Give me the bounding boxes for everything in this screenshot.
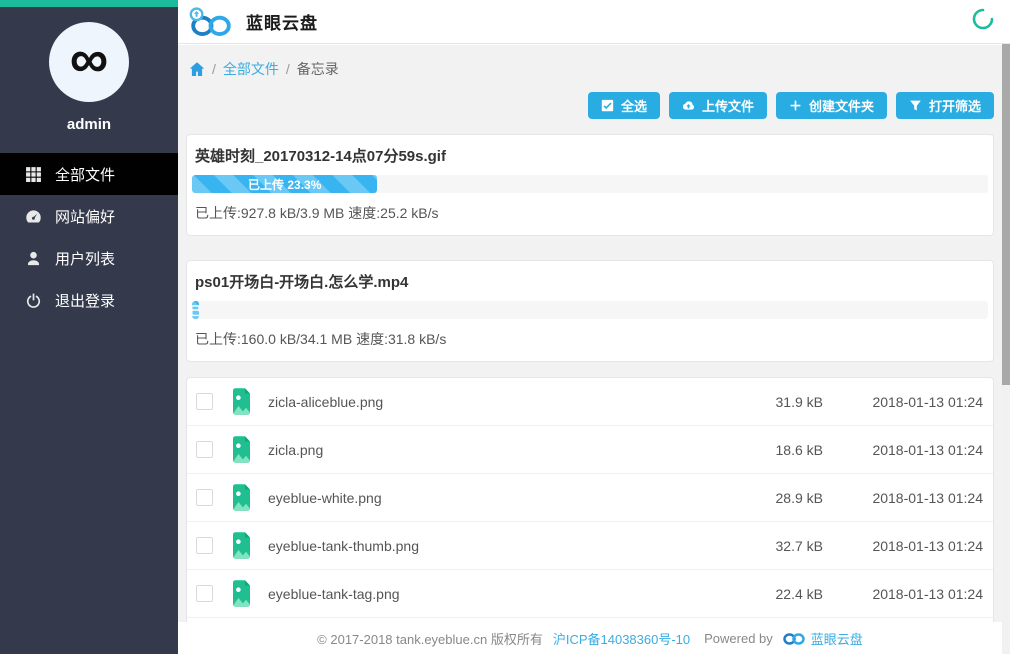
file-name[interactable]: zicla-aliceblue.png: [268, 394, 713, 410]
check-square-icon: [601, 99, 614, 112]
app-logo-icon: [186, 6, 236, 38]
main-content: / 全部文件 / 备忘录 全选 上传文件 创建文件夹 打开筛选: [178, 45, 1002, 654]
app-window: ∞ admin 全部文件 网站偏好 用户列表 退出登录: [0, 0, 1010, 654]
footer-logo-icon: [781, 630, 807, 646]
breadcrumb-separator: /: [212, 61, 216, 77]
powered-by-text: Powered by: [704, 631, 773, 646]
scrollbar-thumb[interactable]: [1002, 44, 1010, 385]
breadcrumb-current: 备忘录: [297, 59, 339, 79]
avatar-logo-icon: ∞: [70, 32, 109, 86]
upload-file-button[interactable]: 上传文件: [669, 92, 767, 119]
file-checkbox[interactable]: [196, 441, 213, 458]
header: 蓝眼云盘: [178, 0, 1010, 44]
sidebar-item-user-list[interactable]: 用户列表: [0, 237, 178, 279]
open-filter-label: 打开筛选: [929, 96, 981, 115]
breadcrumb: / 全部文件 / 备忘录: [189, 57, 994, 81]
file-checkbox[interactable]: [196, 537, 213, 554]
scrollbar-track: [1002, 44, 1010, 654]
icp-link[interactable]: 沪ICP备14038360号-10: [553, 629, 690, 648]
sidebar-item-logout[interactable]: 退出登录: [0, 279, 178, 321]
image-file-icon: [231, 484, 252, 511]
sidebar-menu: 全部文件 网站偏好 用户列表 退出登录: [0, 153, 178, 321]
file-name[interactable]: eyeblue-tank-tag.png: [268, 586, 713, 602]
upload-progress-bar: 已上传 23.3%: [192, 175, 988, 193]
upload-progress-fill: 已: [192, 301, 199, 319]
upload-file-label: 上传文件: [702, 96, 754, 115]
loading-spinner-icon: [972, 8, 994, 35]
sidebar-item-all-files[interactable]: 全部文件: [0, 153, 178, 195]
file-size: 22.4 kB: [713, 586, 823, 602]
upload-progress-label: 已上传 23.3%: [248, 176, 321, 193]
plus-icon: [789, 99, 802, 112]
file-size: 31.9 kB: [713, 394, 823, 410]
sidebar-item-label: 全部文件: [55, 164, 115, 185]
grid-icon: [25, 166, 42, 183]
file-size: 28.9 kB: [713, 490, 823, 506]
file-row: eyeblue-white.png 28.9 kB 2018-01-13 01:…: [187, 474, 993, 522]
image-file-icon: [231, 436, 252, 463]
sidebar-item-site-preferences[interactable]: 网站偏好: [0, 195, 178, 237]
file-size: 18.6 kB: [713, 442, 823, 458]
breadcrumb-separator: /: [286, 61, 290, 77]
gauge-icon: [25, 208, 42, 225]
file-name[interactable]: zicla.png: [268, 442, 713, 458]
avatar: ∞: [49, 22, 129, 102]
upload-card: 英雄时刻_20170312-14点07分59s.gif 已上传 23.3% 已上…: [186, 134, 994, 236]
file-checkbox[interactable]: [196, 585, 213, 602]
file-checkbox[interactable]: [196, 393, 213, 410]
user-icon: [25, 250, 42, 267]
select-all-label: 全选: [621, 96, 647, 115]
upload-progress-bar: 已: [192, 301, 988, 319]
image-file-icon: [231, 532, 252, 559]
footer: © 2017-2018 tank.eyeblue.cn 版权所有 沪ICP备14…: [178, 622, 1002, 654]
image-file-icon: [231, 580, 252, 607]
toolbar: 全选 上传文件 创建文件夹 打开筛选: [186, 92, 994, 119]
power-icon: [25, 292, 42, 309]
sidebar: ∞ admin 全部文件 网站偏好 用户列表 退出登录: [0, 0, 178, 654]
filter-icon: [909, 99, 922, 112]
file-row: zicla.png 18.6 kB 2018-01-13 01:24: [187, 426, 993, 474]
cloud-upload-icon: [682, 99, 695, 112]
file-name[interactable]: eyeblue-white.png: [268, 490, 713, 506]
open-filter-button[interactable]: 打开筛选: [896, 92, 994, 119]
create-folder-button[interactable]: 创建文件夹: [776, 92, 887, 119]
sidebar-item-label: 网站偏好: [55, 206, 115, 227]
file-row: eyeblue-tank-tag.png 22.4 kB 2018-01-13 …: [187, 570, 993, 618]
home-icon[interactable]: [189, 61, 205, 77]
upload-filename: 英雄时刻_20170312-14点07分59s.gif: [192, 145, 988, 166]
file-date: 2018-01-13 01:24: [823, 490, 983, 506]
sidebar-item-label: 用户列表: [55, 248, 115, 269]
file-size: 32.7 kB: [713, 538, 823, 554]
select-all-button[interactable]: 全选: [588, 92, 660, 119]
app-title: 蓝眼云盘: [246, 9, 318, 34]
image-file-icon: [231, 388, 252, 415]
upload-progress-fill: 已上传 23.3%: [192, 175, 377, 193]
file-checkbox[interactable]: [196, 489, 213, 506]
sidebar-item-label: 退出登录: [55, 290, 115, 311]
create-folder-label: 创建文件夹: [809, 96, 874, 115]
upload-card: ps01开场白-开场白.怎么学.mp4 已 已上传:160.0 kB/34.1 …: [186, 260, 994, 362]
upload-filename: ps01开场白-开场白.怎么学.mp4: [192, 271, 988, 292]
upload-status: 已上传:160.0 kB/34.1 MB 速度:31.8 kB/s: [192, 329, 988, 349]
file-row: zicla-aliceblue.png 31.9 kB 2018-01-13 0…: [187, 378, 993, 426]
copyright-text: © 2017-2018 tank.eyeblue.cn 版权所有: [317, 629, 543, 648]
username: admin: [0, 116, 178, 133]
sidebar-accent-bar: [0, 0, 178, 7]
file-date: 2018-01-13 01:24: [823, 394, 983, 410]
file-name[interactable]: eyeblue-tank-thumb.png: [268, 538, 713, 554]
file-date: 2018-01-13 01:24: [823, 538, 983, 554]
footer-brand-link[interactable]: 蓝眼云盘: [811, 629, 863, 648]
file-row: eyeblue-tank-thumb.png 32.7 kB 2018-01-1…: [187, 522, 993, 570]
file-date: 2018-01-13 01:24: [823, 586, 983, 602]
file-list: zicla-aliceblue.png 31.9 kB 2018-01-13 0…: [186, 377, 994, 654]
upload-progress-label: 已: [192, 302, 199, 319]
breadcrumb-all-files-link[interactable]: 全部文件: [223, 59, 279, 79]
upload-status: 已上传:927.8 kB/3.9 MB 速度:25.2 kB/s: [192, 203, 988, 223]
file-date: 2018-01-13 01:24: [823, 442, 983, 458]
